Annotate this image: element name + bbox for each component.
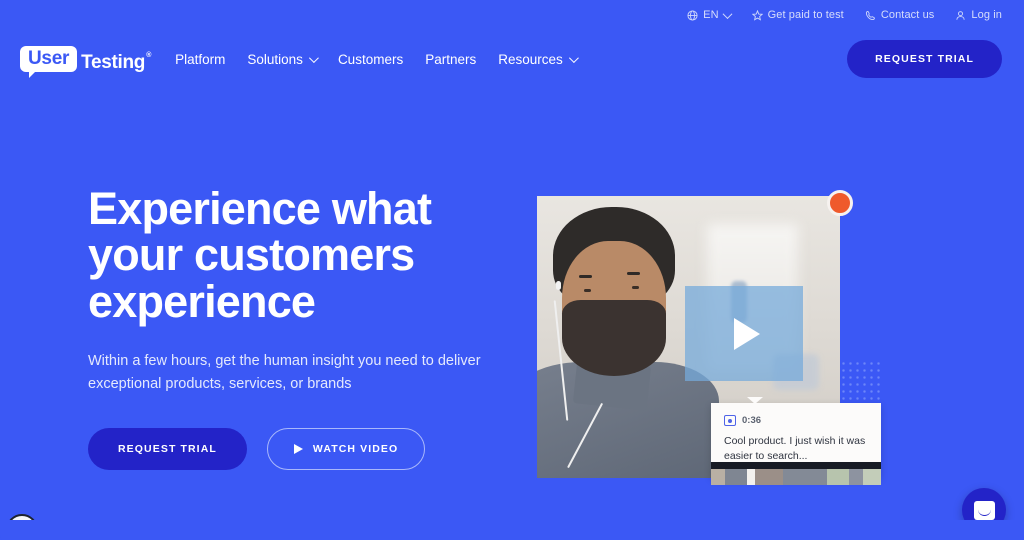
globe-icon [687, 9, 698, 21]
chevron-down-icon [568, 52, 579, 63]
get-paid-to-test-label: Get paid to test [767, 9, 844, 21]
request-trial-nav-button[interactable]: REQUEST TRIAL [847, 40, 1002, 78]
comment-timestamp: 0:36 [742, 415, 762, 426]
nav-item-platform[interactable]: Platform [175, 52, 225, 67]
chat-icon [973, 500, 995, 520]
play-icon [293, 443, 303, 454]
nav-item-resources[interactable]: Resources [498, 51, 579, 67]
nav-item-customers[interactable]: Customers [338, 52, 403, 67]
comment-pointer [747, 397, 763, 404]
logo-word: Testing ® [81, 52, 152, 73]
nav-item-solutions[interactable]: Solutions [247, 51, 319, 67]
log-in-link[interactable]: Log in [955, 9, 1002, 21]
trademark-symbol: ® [146, 52, 152, 59]
usertesting-logo[interactable]: User Testing ® [20, 46, 152, 78]
language-label: EN [703, 9, 719, 21]
play-icon [734, 317, 760, 350]
participant-brow [627, 272, 641, 276]
hero-copy: Experience what your customers experienc… [88, 183, 558, 470]
page-title: Experience what your customers experienc… [88, 183, 558, 327]
comment-meta: 0:36 [724, 415, 868, 426]
play-video-overlay[interactable] [685, 286, 803, 381]
timeline-segment [755, 469, 783, 485]
participant-eye [583, 289, 591, 293]
timeline-segment [725, 469, 747, 485]
phone-icon [865, 10, 876, 21]
timeline-bar [711, 462, 881, 469]
screen-icon [724, 415, 736, 426]
watch-video-label: WATCH VIDEO [312, 442, 399, 455]
chevron-down-icon [308, 52, 319, 63]
request-trial-hero-button[interactable]: REQUEST TRIAL [88, 427, 247, 470]
utility-bar: EN Get paid to test Contact us Log in [0, 0, 1024, 30]
contact-us-link[interactable]: Contact us [865, 9, 935, 21]
timeline-segment [827, 469, 849, 485]
nav-item-partners-label: Partners [425, 51, 477, 67]
comment-text: Cool product. I just wish it was easier … [724, 435, 866, 463]
timeline-segment [849, 469, 863, 485]
timeline-segment [711, 469, 725, 485]
hero-cta-row: REQUEST TRIAL WATCH VIDEO [88, 427, 558, 470]
watch-video-button[interactable]: WATCH VIDEO [266, 427, 426, 470]
hero-subheading: Within a few hours, get the human insigh… [88, 353, 481, 392]
get-paid-to-test-link[interactable]: Get paid to test [751, 9, 844, 21]
headline-line-3: experience [88, 275, 316, 327]
log-in-label: Log in [971, 9, 1002, 21]
participant-eye [631, 286, 639, 290]
earbud-icon [556, 280, 562, 290]
next-section-strip [0, 540, 1024, 554]
hero-media: 0:36 Cool product. I just wish it was ea… [537, 190, 882, 485]
contact-us-label: Contact us [880, 9, 935, 21]
user-icon [955, 10, 966, 21]
headline-line-1: Experience what [88, 183, 432, 234]
chevron-down-icon [722, 8, 733, 19]
star-icon [751, 9, 763, 21]
participant-brow [579, 274, 593, 278]
nav-item-customers-label: Customers [337, 51, 404, 67]
nav-item-solutions-label: Solutions [247, 51, 303, 67]
headline-line-2: your customers [88, 229, 415, 281]
timeline-segment [783, 469, 827, 485]
hero-page: EN Get paid to test Contact us Log in Us… [0, 0, 1024, 554]
main-navigation: User Testing ® Platform Solutions Custome… [0, 30, 1024, 88]
nav-links: Platform Solutions Customers Partners Re… [175, 51, 579, 67]
language-selector[interactable]: EN [687, 8, 733, 21]
nav-item-resources-label: Resources [498, 51, 563, 67]
timeline-segment [863, 469, 881, 485]
logo-bubble-text: User [20, 46, 78, 78]
recording-dot-icon [827, 190, 853, 216]
nav-item-partners[interactable]: Partners [425, 52, 476, 67]
video-timeline[interactable] [711, 462, 881, 485]
timeline-playhead [747, 469, 755, 485]
nav-item-platform-label: Platform [175, 51, 226, 67]
